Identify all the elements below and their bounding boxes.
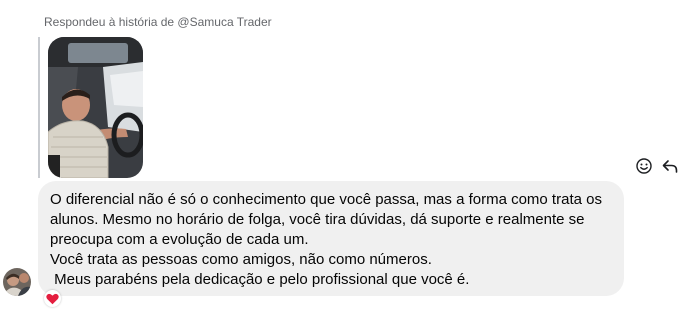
- avatar-photo-icon: [3, 268, 31, 296]
- message-line: Você trata as pessoas como amigos, não c…: [50, 251, 432, 268]
- message-actions: [634, 156, 680, 176]
- heart-icon: [46, 293, 59, 304]
- story-reply-header: Respondeu à história de @Samuca Trader: [44, 15, 272, 29]
- message-line: alunos. Mesmo no horário de folga, você …: [50, 211, 585, 228]
- quote-bar: [38, 37, 40, 178]
- message-line: preocupa com a evolução de cada um.: [50, 231, 309, 248]
- reply-button[interactable]: [660, 156, 680, 176]
- smiley-icon: [636, 158, 652, 174]
- story-photo-icon: [48, 37, 143, 178]
- react-button[interactable]: [634, 156, 654, 176]
- story-thumbnail[interactable]: [48, 37, 143, 178]
- message-bubble[interactable]: O diferencial não é só o conhecimento qu…: [38, 181, 624, 296]
- sender-avatar[interactable]: [3, 268, 31, 296]
- reaction-badge[interactable]: [44, 290, 61, 307]
- message-thread: Respondeu à história de @Samuca Trader O…: [0, 0, 682, 322]
- reply-arrow-icon: [662, 160, 678, 173]
- message-line: Meus parabéns pela dedicação e pelo prof…: [50, 271, 470, 288]
- message-line: O diferencial não é só o conhecimento qu…: [50, 191, 602, 208]
